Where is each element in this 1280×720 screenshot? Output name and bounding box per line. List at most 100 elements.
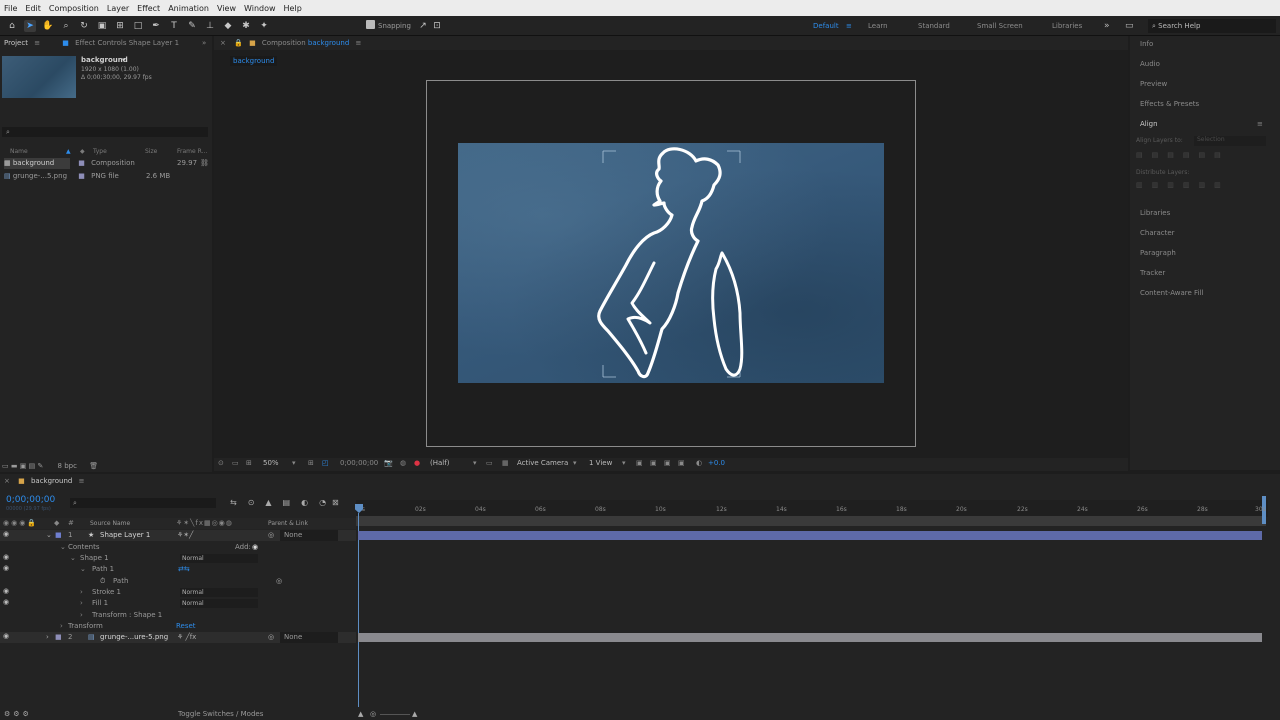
- panel-align[interactable]: Align: [1140, 120, 1158, 128]
- brush-tool-icon[interactable]: ✎: [186, 20, 198, 32]
- panel-tracker[interactable]: Tracker: [1140, 269, 1165, 277]
- zoom-out-icon[interactable]: ▲: [358, 709, 363, 720]
- fill-group-label[interactable]: Fill 1: [92, 598, 108, 609]
- pick-whip-icon[interactable]: ◎: [276, 576, 282, 587]
- hand-tool-icon[interactable]: ✋: [42, 20, 54, 32]
- eyedropper-icon[interactable]: ✎: [37, 462, 43, 470]
- dropdown-icon[interactable]: ▾: [122, 56, 126, 64]
- trash-icon[interactable]: 🗑: [89, 462, 98, 470]
- visibility-eye-icon[interactable]: ◉: [3, 553, 9, 561]
- snapping-checkbox[interactable]: [366, 20, 375, 29]
- transform-shape-label[interactable]: Transform : Shape 1: [92, 610, 162, 621]
- visibility-eye-icon[interactable]: ◉: [3, 632, 9, 640]
- collapse-arrow-icon[interactable]: ⌄: [46, 530, 52, 541]
- chevron-right-icon[interactable]: »: [1104, 16, 1110, 36]
- layer-switches[interactable]: ⚘ ╱fx: [177, 632, 196, 643]
- timeline-search-input[interactable]: ⌕: [70, 498, 216, 508]
- distribute-buttons[interactable]: ▥▥▥▥▥▥: [1136, 181, 1230, 189]
- pan-behind-tool-icon[interactable]: ⊞: [114, 20, 126, 32]
- project-item-background[interactable]: ▦ background ■ Composition 29.97 ⛓: [4, 158, 210, 169]
- blend-mode-dropdown[interactable]: Normal: [180, 554, 258, 563]
- viewer-menu-icon[interactable]: ≡: [356, 39, 362, 47]
- visibility-eye-icon[interactable]: ◉: [3, 564, 9, 572]
- stroke-group-label[interactable]: Stroke 1: [92, 587, 121, 598]
- roto-brush-tool-icon[interactable]: ✱: [240, 20, 252, 32]
- panel-audio[interactable]: Audio: [1140, 60, 1160, 68]
- chevron-down-icon[interactable]: ▾: [573, 459, 577, 467]
- add-icon[interactable]: ◉: [252, 542, 258, 553]
- path-group-label[interactable]: Path 1: [92, 564, 114, 575]
- chevron-down-icon[interactable]: ▾: [622, 459, 626, 467]
- panel-info[interactable]: Info: [1140, 40, 1153, 48]
- expand-arrow-icon[interactable]: ⌄: [60, 542, 66, 553]
- menu-edit[interactable]: Edit: [21, 4, 45, 13]
- layer-duration-bar[interactable]: [358, 633, 1262, 642]
- eraser-tool-icon[interactable]: ◆: [222, 20, 234, 32]
- close-icon[interactable]: ×: [220, 39, 226, 47]
- transform-label[interactable]: Transform: [68, 621, 103, 632]
- expand-arrow-icon[interactable]: ›: [80, 587, 83, 598]
- color-channel-icon[interactable]: ●: [414, 459, 420, 467]
- rectangle-tool-icon[interactable]: □: [132, 20, 144, 32]
- stopwatch-icon[interactable]: ⏱: [100, 576, 105, 587]
- tab-timeline-comp[interactable]: background: [31, 477, 72, 485]
- show-snapshot-icon[interactable]: ◍: [400, 459, 406, 467]
- lock-icon[interactable]: 🔒: [234, 39, 243, 47]
- visibility-eye-icon[interactable]: ◉: [3, 530, 9, 538]
- flowchart-icon[interactable]: ▣: [664, 459, 671, 467]
- pick-whip-icon[interactable]: ◎: [268, 632, 274, 643]
- path-direction-icon[interactable]: ⇄⇆: [178, 564, 190, 575]
- layer-duration-bar[interactable]: [358, 531, 1262, 540]
- project-settings-icon[interactable]: ▤: [29, 462, 36, 470]
- menu-layer[interactable]: Layer: [103, 4, 133, 13]
- workspace-libraries[interactable]: Libraries: [1052, 16, 1082, 36]
- parent-dropdown[interactable]: None: [280, 632, 338, 643]
- time-ruler[interactable]: [356, 500, 1268, 517]
- reset-exposure-icon[interactable]: ◐: [696, 459, 702, 467]
- align-target-dropdown[interactable]: Selection: [1194, 136, 1266, 146]
- column-parent-link[interactable]: Parent & Link: [268, 518, 308, 529]
- playhead-line[interactable]: [358, 513, 359, 707]
- pen-tool-icon[interactable]: ✒: [150, 20, 162, 32]
- shape-group-label[interactable]: Shape 1: [80, 553, 109, 564]
- footer-toggle-icons[interactable]: ⚙⚙⚙: [4, 709, 32, 720]
- camera-dropdown[interactable]: Active Camera: [517, 459, 568, 467]
- expand-arrow-icon[interactable]: ›: [46, 632, 49, 643]
- panel-libraries[interactable]: Libraries: [1140, 209, 1170, 217]
- column-size[interactable]: Size: [145, 148, 157, 155]
- toggle-switches-modes[interactable]: Toggle Switches / Modes: [178, 709, 263, 720]
- workspace-default[interactable]: Default: [813, 16, 839, 36]
- tab-effect-controls[interactable]: Effect Controls Shape Layer 1: [75, 39, 179, 47]
- timeline-timecode[interactable]: 0;00;00;00: [6, 495, 55, 505]
- safe-margins-icon[interactable]: ⊞: [246, 459, 252, 467]
- panel-menu-icon[interactable]: ≡: [34, 39, 40, 47]
- resolution-dropdown[interactable]: (Half): [430, 459, 449, 467]
- panel-preview[interactable]: Preview: [1140, 80, 1167, 88]
- expand-arrow-icon[interactable]: ›: [80, 598, 83, 609]
- breadcrumb[interactable]: background: [230, 56, 278, 66]
- close-icon[interactable]: ×: [4, 477, 10, 485]
- tab-project[interactable]: Project: [4, 39, 28, 47]
- pick-whip-icon[interactable]: ◎: [268, 530, 274, 541]
- menu-window[interactable]: Window: [240, 4, 280, 13]
- expand-arrow-icon[interactable]: ›: [60, 621, 63, 632]
- menu-help[interactable]: Help: [280, 4, 306, 13]
- grid-icon[interactable]: ⊞: [308, 459, 314, 467]
- workspace-standard[interactable]: Standard: [918, 16, 950, 36]
- flowchart-icon[interactable]: ⛓: [200, 158, 209, 169]
- clone-stamp-tool-icon[interactable]: ⊥: [204, 20, 216, 32]
- new-composition-icon[interactable]: ▣: [20, 462, 27, 470]
- menu-view[interactable]: View: [213, 4, 240, 13]
- zoom-in-icon[interactable]: ▲: [412, 709, 417, 720]
- tab-composition-label[interactable]: Composition: [262, 39, 306, 47]
- layer-name[interactable]: Shape Layer 1: [100, 530, 150, 541]
- timeline-icon[interactable]: ▣: [678, 459, 685, 467]
- snap-point-icon[interactable]: ⊡: [431, 20, 443, 32]
- transparency-grid-icon[interactable]: ▦: [502, 459, 509, 467]
- workspace-small-screen[interactable]: Small Screen: [977, 16, 1023, 36]
- camera-tool-icon[interactable]: ▣: [96, 20, 108, 32]
- chevron-down-icon[interactable]: ▾: [473, 459, 477, 467]
- tab-composition-name[interactable]: background: [308, 39, 349, 47]
- expand-arrow-icon[interactable]: ⌄: [70, 553, 76, 564]
- reset-link[interactable]: Reset: [176, 621, 196, 632]
